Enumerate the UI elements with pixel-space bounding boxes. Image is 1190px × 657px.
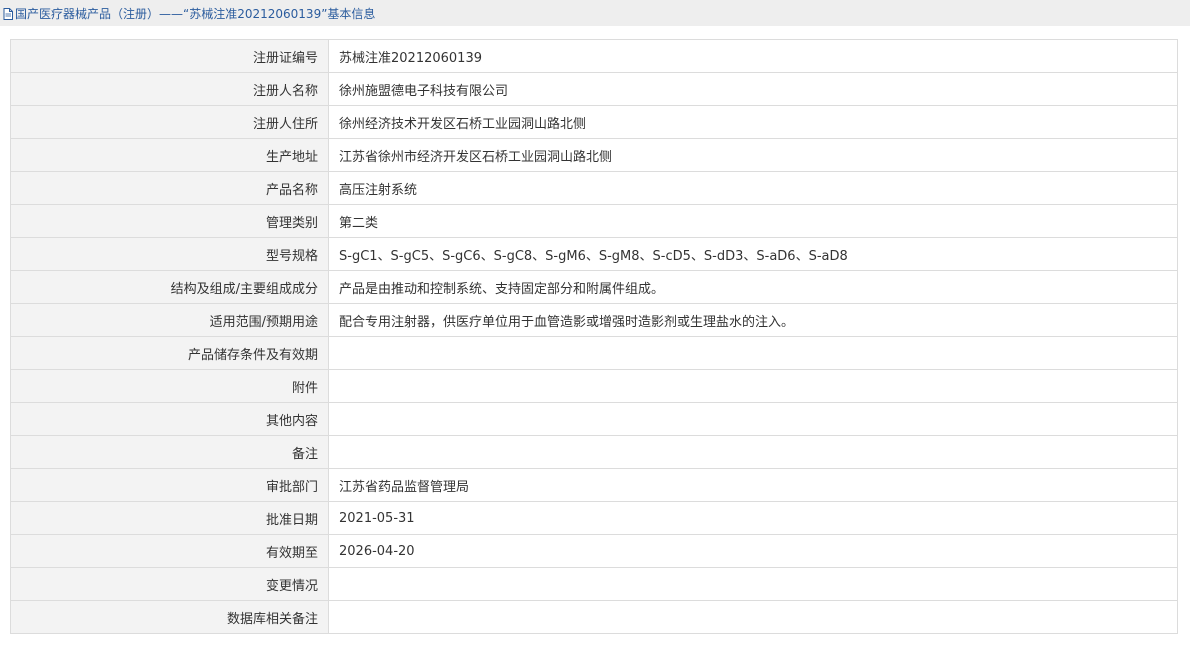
table-row: 注册人名称 徐州施盟德电子科技有限公司	[10, 72, 1178, 106]
field-value: 产品是由推动和控制系统、支持固定部分和附属件组成。	[328, 270, 1178, 304]
field-value	[328, 336, 1178, 370]
field-value: S-gC1、S-gC5、S-gC6、S-gC8、S-gM6、S-gM8、S-cD…	[328, 237, 1178, 271]
breadcrumb-bar: 国产医疗器械产品（注册）——“苏械注准20212060139”基本信息	[0, 0, 1190, 26]
table-row: 批准日期 2021-05-31	[10, 501, 1178, 535]
field-value: 江苏省药品监督管理局	[328, 468, 1178, 502]
field-label: 适用范围/预期用途	[10, 303, 329, 337]
table-row: 型号规格 S-gC1、S-gC5、S-gC6、S-gC8、S-gM6、S-gM8、…	[10, 237, 1178, 271]
field-value	[328, 567, 1178, 601]
field-label: 数据库相关备注	[10, 600, 329, 634]
field-label: 注册人名称	[10, 72, 329, 106]
table-row: 数据库相关备注	[10, 600, 1178, 634]
field-label: 注册证编号	[10, 39, 329, 73]
field-label: 其他内容	[10, 402, 329, 436]
table-row: 产品储存条件及有效期	[10, 336, 1178, 370]
table-row: 审批部门 江苏省药品监督管理局	[10, 468, 1178, 502]
document-icon	[3, 7, 13, 20]
breadcrumb-text: 国产医疗器械产品（注册）——“苏械注准20212060139”基本信息	[15, 6, 376, 21]
field-value	[328, 402, 1178, 436]
field-label: 审批部门	[10, 468, 329, 502]
field-label: 变更情况	[10, 567, 329, 601]
field-label: 生产地址	[10, 138, 329, 172]
field-label: 注册人住所	[10, 105, 329, 139]
field-label: 型号规格	[10, 237, 329, 271]
field-value: 2026-04-20	[328, 534, 1178, 568]
field-value: 徐州施盟德电子科技有限公司	[328, 72, 1178, 106]
field-label: 产品名称	[10, 171, 329, 205]
table-row: 附件	[10, 369, 1178, 403]
table-row: 适用范围/预期用途 配合专用注射器，供医疗单位用于血管造影或增强时造影剂或生理盐水…	[10, 303, 1178, 337]
table-row: 其他内容	[10, 402, 1178, 436]
field-label: 备注	[10, 435, 329, 469]
table-row: 注册证编号 苏械注准20212060139	[10, 39, 1178, 73]
info-table: 注册证编号 苏械注准20212060139 注册人名称 徐州施盟德电子科技有限公司 注册…	[10, 39, 1178, 634]
field-value: 苏械注准20212060139	[328, 39, 1178, 73]
field-value: 配合专用注射器，供医疗单位用于血管造影或增强时造影剂或生理盐水的注入。	[328, 303, 1178, 337]
field-label: 有效期至	[10, 534, 329, 568]
field-label: 管理类别	[10, 204, 329, 238]
field-label: 产品储存条件及有效期	[10, 336, 329, 370]
field-value	[328, 435, 1178, 469]
field-value	[328, 369, 1178, 403]
info-table-body: 注册证编号 苏械注准20212060139 注册人名称 徐州施盟德电子科技有限公司 注册…	[10, 39, 1178, 634]
table-row: 变更情况	[10, 567, 1178, 601]
table-row: 管理类别 第二类	[10, 204, 1178, 238]
field-value	[328, 600, 1178, 634]
field-value: 2021-05-31	[328, 501, 1178, 535]
field-label: 结构及组成/主要组成成分	[10, 270, 329, 304]
table-row: 产品名称 高压注射系统	[10, 171, 1178, 205]
info-table-container: 注册证编号 苏械注准20212060139 注册人名称 徐州施盟德电子科技有限公司 注册…	[10, 39, 1178, 634]
field-label: 批准日期	[10, 501, 329, 535]
table-row: 注册人住所 徐州经济技术开发区石桥工业园洞山路北侧	[10, 105, 1178, 139]
field-value: 江苏省徐州市经济开发区石桥工业园洞山路北侧	[328, 138, 1178, 172]
table-row: 生产地址 江苏省徐州市经济开发区石桥工业园洞山路北侧	[10, 138, 1178, 172]
page: 国产医疗器械产品（注册）——“苏械注准20212060139”基本信息 注册证编…	[0, 0, 1190, 657]
table-row: 备注	[10, 435, 1178, 469]
field-value: 高压注射系统	[328, 171, 1178, 205]
field-label: 附件	[10, 369, 329, 403]
field-value: 徐州经济技术开发区石桥工业园洞山路北侧	[328, 105, 1178, 139]
table-row: 有效期至 2026-04-20	[10, 534, 1178, 568]
field-value: 第二类	[328, 204, 1178, 238]
table-row: 结构及组成/主要组成成分 产品是由推动和控制系统、支持固定部分和附属件组成。	[10, 270, 1178, 304]
